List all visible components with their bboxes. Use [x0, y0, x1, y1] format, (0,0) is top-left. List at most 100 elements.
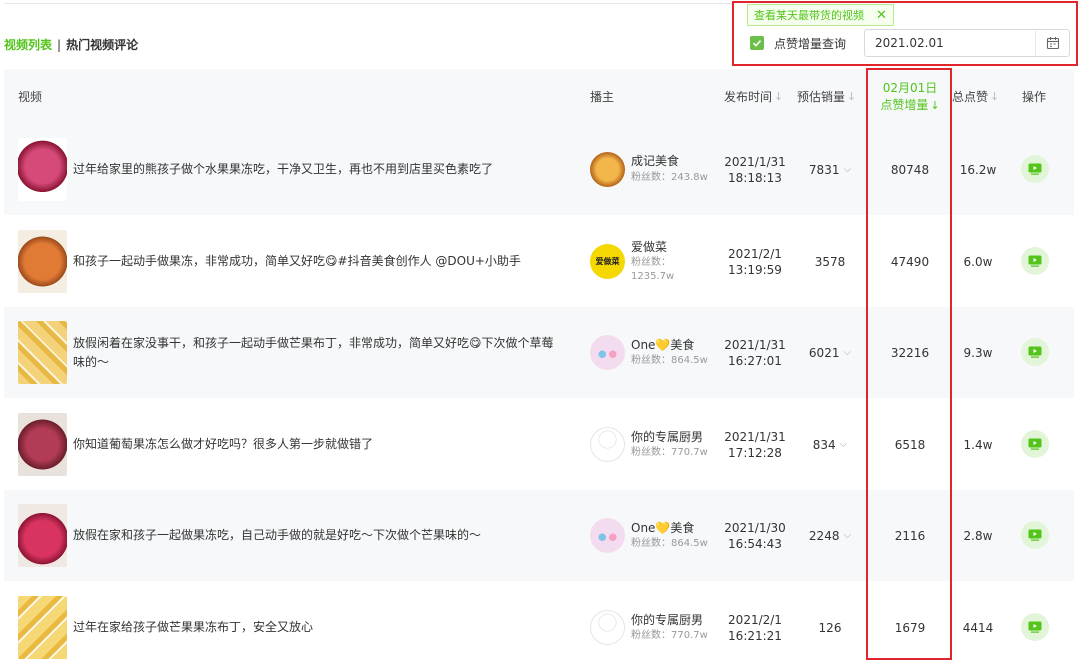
video-title[interactable]: 放假在家和孩子一起做果冻吃，自己动手做的就是好吃～下次做个芒果味的～	[73, 490, 573, 581]
chevron-down-icon[interactable]: ⌵	[843, 164, 851, 175]
col-sales[interactable]: 预估销量 ↓	[797, 69, 856, 124]
table-row[interactable]: 过年给家里的熊孩子做个水果果冻吃，干净又卫生，再也不用到店里买色素吃了 成记美食…	[4, 124, 1074, 215]
chevron-down-icon[interactable]: ⌵	[843, 530, 851, 541]
play-icon	[1028, 621, 1042, 633]
col-video: 视频	[18, 90, 43, 104]
tooltip-close-icon[interactable]: ✕	[876, 9, 887, 22]
sales-value[interactable]: 7831 ⌵	[798, 124, 862, 215]
avatar[interactable]	[590, 335, 625, 370]
video-title[interactable]: 放假闲着在家没事干，和孩子一起动手做芒果布丁，非常成功，简单又好吃😋下次做个草莓…	[73, 307, 573, 398]
table-row[interactable]: 放假闲着在家没事干，和孩子一起动手做芒果布丁，非常成功，简单又好吃😋下次做个草莓…	[4, 307, 1074, 398]
play-icon	[1028, 529, 1042, 541]
avatar[interactable]	[590, 518, 625, 553]
anchor-name[interactable]: One💛美食	[631, 519, 694, 536]
col-publish-time[interactable]: 发布时间 ↓	[724, 69, 783, 124]
video-thumbnail[interactable]	[18, 138, 67, 201]
video-thumbnail[interactable]	[18, 596, 67, 659]
fans-count: 粉丝数：770.7w	[631, 447, 708, 458]
video-title[interactable]: 你知道葡萄果冻怎么做才好吃吗？很多人第一步就做错了	[73, 399, 573, 490]
col-increment-label: 点赞增量	[880, 97, 929, 112]
total-likes-value: 1.4w	[963, 437, 993, 452]
sales-value[interactable]: 6021 ⌵	[798, 307, 862, 398]
tab-video-list[interactable]: 视频列表	[4, 38, 52, 52]
publish-time: 2021/2/1 13:19:59	[728, 246, 782, 277]
publish-time: 2021/1/31 18:18:13	[724, 154, 786, 185]
play-icon	[1028, 255, 1042, 267]
tab-separator: |	[57, 38, 62, 52]
table-row[interactable]: 过年在家给孩子做芒果果冻布丁，安全又放心 你的专属厨男 粉丝数：770.7w 2…	[4, 582, 1074, 671]
play-icon	[1028, 438, 1042, 450]
like-increment-value: 2116	[894, 528, 926, 543]
fans-count-value: 1235.7w	[631, 271, 675, 282]
avatar[interactable]	[590, 427, 625, 462]
calendar-icon[interactable]	[1035, 30, 1069, 56]
total-likes-value: 2.8w	[963, 528, 993, 543]
video-thumbnail[interactable]	[18, 321, 67, 384]
col-anchor: 播主	[590, 90, 615, 104]
date-picker[interactable]: 2021.02.01	[864, 29, 1070, 57]
anchor-name[interactable]: 爱做菜	[631, 238, 667, 255]
table-row[interactable]: 和孩子一起动手做果冻，非常成功，简单又好吃😋#抖音美食创作人 @DOU+小助手 …	[4, 216, 1074, 307]
video-thumbnail[interactable]	[18, 504, 67, 567]
col-like-increment[interactable]: 02月01日 点赞增量 ↓	[868, 69, 952, 124]
tooltip-text: 查看某天最带货的视频	[754, 9, 864, 22]
play-button[interactable]	[1021, 155, 1049, 183]
check-icon	[752, 40, 762, 47]
sales-value[interactable]: 126	[798, 582, 862, 671]
like-increment-value: 1679	[894, 620, 926, 635]
sort-icon[interactable]: ↓	[990, 90, 999, 103]
sort-icon[interactable]: ↓	[930, 99, 939, 112]
avatar[interactable]	[590, 152, 625, 187]
tab-bar: 视频列表 | 热门视频评论	[4, 36, 138, 53]
video-title[interactable]: 和孩子一起动手做果冻，非常成功，简单又好吃😋#抖音美食创作人 @DOU+小助手	[73, 216, 573, 307]
like-increment-value: 32216	[890, 345, 930, 360]
play-icon	[1028, 346, 1042, 358]
sort-icon[interactable]: ↓	[774, 90, 783, 103]
video-thumbnail[interactable]	[18, 230, 67, 293]
anchor-name[interactable]: 你的专属厨男	[631, 611, 703, 628]
table-row[interactable]: 放假在家和孩子一起做果冻吃，自己动手做的就是好吃～下次做个芒果味的～ One💛美…	[4, 490, 1074, 581]
anchor-name[interactable]: One💛美食	[631, 336, 694, 353]
fans-count: 粉丝数：864.5w	[631, 355, 708, 366]
total-likes-value: 9.3w	[963, 345, 993, 360]
publish-time: 2021/1/31 17:12:28	[724, 429, 786, 460]
total-likes-value: 6.0w	[963, 254, 993, 269]
checkbox-label: 点赞增量查询	[774, 37, 847, 51]
col-total-likes[interactable]: 总点赞 ↓	[952, 69, 999, 124]
avatar[interactable]	[590, 610, 625, 645]
play-button[interactable]	[1021, 430, 1049, 458]
sales-value[interactable]: 834 ⌵	[798, 399, 862, 490]
video-title[interactable]: 过年给家里的熊孩子做个水果果冻吃，干净又卫生，再也不用到店里买色素吃了	[73, 124, 573, 215]
play-button[interactable]	[1021, 613, 1049, 641]
date-input-value[interactable]: 2021.02.01	[865, 36, 1035, 50]
anchor-name[interactable]: 成记美食	[631, 152, 679, 169]
col-action: 操作	[1022, 90, 1047, 104]
like-increment-value: 80748	[890, 162, 930, 177]
like-increment-value: 6518	[894, 437, 926, 452]
col-increment-date: 02月01日	[882, 80, 938, 95]
video-thumbnail[interactable]	[18, 413, 67, 476]
fans-count: 粉丝数：243.8w	[631, 172, 708, 183]
like-increment-checkbox[interactable]	[750, 36, 764, 50]
publish-time: 2021/2/1 16:21:21	[728, 612, 782, 643]
tab-hot-comments[interactable]: 热门视频评论	[66, 38, 138, 52]
table-row[interactable]: 你知道葡萄果冻怎么做才好吃吗？很多人第一步就做错了 你的专属厨男 粉丝数：770…	[4, 399, 1074, 490]
fans-count: 粉丝数：770.7w	[631, 630, 708, 641]
play-button[interactable]	[1021, 247, 1049, 275]
sort-icon[interactable]: ↓	[847, 90, 856, 103]
publish-time: 2021/1/30 16:54:43	[724, 520, 786, 551]
sales-value[interactable]: 2248 ⌵	[798, 490, 862, 581]
total-likes-value: 16.2w	[959, 162, 997, 177]
video-title[interactable]: 过年在家给孩子做芒果果冻布丁，安全又放心	[73, 582, 573, 671]
play-button[interactable]	[1021, 338, 1049, 366]
anchor-name[interactable]: 你的专属厨男	[631, 428, 703, 445]
sales-value[interactable]: 3578	[798, 216, 862, 307]
avatar[interactable]: 爱做菜	[590, 244, 625, 279]
fans-count: 粉丝数：	[631, 257, 671, 268]
chevron-down-icon[interactable]: ⌵	[843, 347, 851, 358]
play-button[interactable]	[1021, 521, 1049, 549]
chevron-down-icon[interactable]: ⌵	[840, 439, 848, 450]
top-divider	[4, 3, 734, 4]
table-header: 视频 播主 发布时间 ↓ 预估销量 ↓ 02月01日 点赞增量 ↓ 总点赞 ↓ 操作	[4, 69, 1074, 124]
play-icon	[1028, 163, 1042, 175]
